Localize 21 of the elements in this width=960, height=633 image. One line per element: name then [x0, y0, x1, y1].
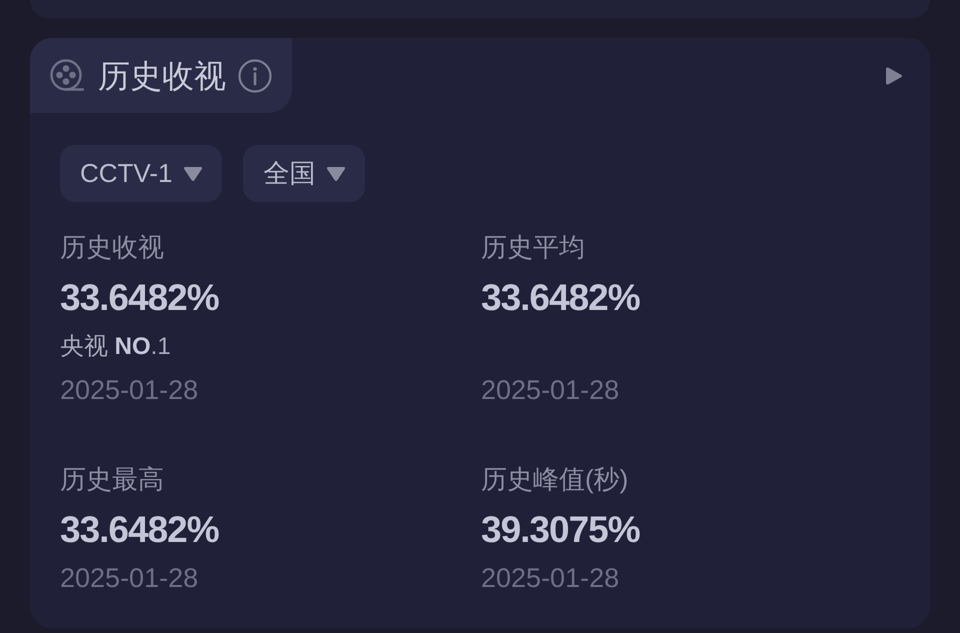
filter-dropdown[interactable]: CCTV-1	[60, 145, 222, 202]
card-title: 历史收视	[98, 56, 226, 96]
info-icon[interactable]	[238, 58, 272, 92]
stat-value: 33.6482%	[60, 278, 219, 318]
stat-label: 历史最高	[60, 464, 164, 494]
filter-dropdown[interactable]: 全国	[243, 145, 366, 202]
rank-text: 央视 NO.1	[60, 332, 171, 362]
stat-date: 2025-01-28	[481, 562, 620, 594]
stat-value: 33.6482%	[481, 278, 640, 318]
film-reel-icon	[50, 58, 84, 92]
stat-date: 2025-01-28	[60, 374, 198, 406]
play-icon[interactable]	[885, 66, 903, 86]
stat-value: 39.3075%	[481, 510, 640, 550]
caret-icon	[183, 166, 204, 182]
stat-value: 33.6482%	[60, 510, 219, 550]
caret-icon	[326, 166, 346, 182]
stat-label: 历史峰值(秒)	[481, 464, 628, 494]
stat-date: 2025-01-28	[60, 562, 198, 594]
stat-label: 历史收视	[60, 232, 164, 262]
stat-date: 2025-01-28	[481, 374, 620, 406]
stat-label: 历史平均	[481, 232, 585, 262]
